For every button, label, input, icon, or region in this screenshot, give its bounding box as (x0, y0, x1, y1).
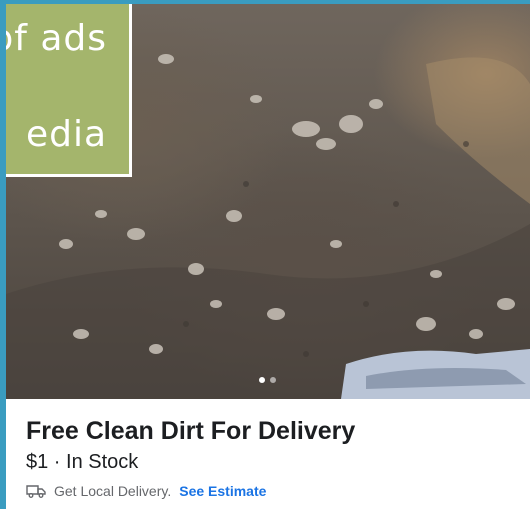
pager-dot-1[interactable] (259, 377, 265, 383)
delivery-truck-icon (26, 485, 46, 498)
listing-card[interactable]: Free Clean Dirt For Delivery $1 · In Sto… (6, 4, 530, 509)
see-estimate-link[interactable]: See Estimate (179, 483, 266, 499)
caption-overlay: of ads edia (6, 4, 132, 177)
listing-price-status: $1 · In Stock (26, 451, 139, 473)
overlay-text-line1: of ads (6, 18, 107, 59)
overlay-text-line2: edia (25, 114, 107, 155)
listing-info: Free Clean Dirt For Delivery $1 · In Sto… (6, 399, 530, 509)
listing-title[interactable]: Free Clean Dirt For Delivery (26, 417, 355, 446)
delivery-row: Get Local Delivery. See Estimate (26, 483, 266, 499)
delivery-text: Get Local Delivery. (54, 483, 172, 499)
pager-dot-2[interactable] (270, 377, 276, 383)
photo-pager[interactable] (259, 377, 276, 383)
